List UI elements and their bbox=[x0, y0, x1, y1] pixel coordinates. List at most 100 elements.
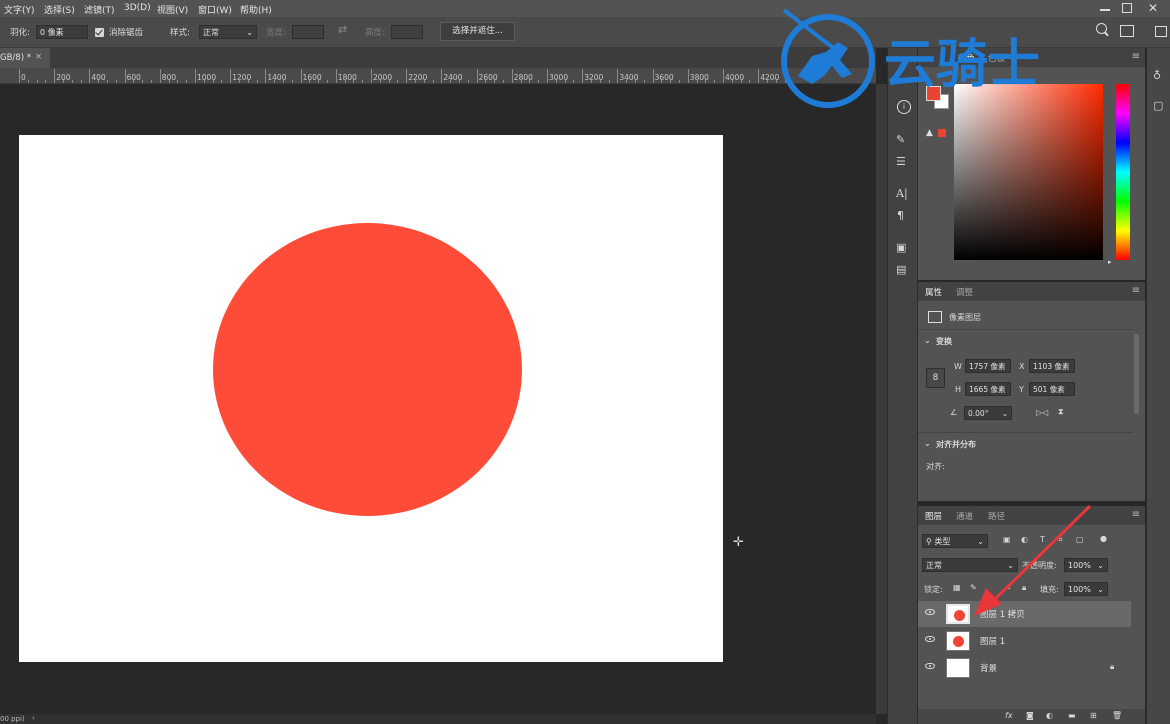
layer-name[interactable]: 背景 bbox=[980, 662, 997, 674]
layer-row-background[interactable]: 背景 🔒︎ bbox=[918, 655, 1131, 681]
ruler-minor-tick bbox=[256, 80, 258, 83]
ruler-minor-tick bbox=[635, 80, 636, 83]
h-label: H bbox=[955, 385, 962, 394]
x-input[interactable]: 1103 像素 bbox=[1029, 359, 1075, 373]
document-tab-bar bbox=[0, 48, 876, 68]
color-panel-menu-icon[interactable]: ≡ bbox=[1132, 51, 1140, 62]
layer-type-label: 像素图层 bbox=[949, 313, 981, 322]
height-label: 高度: bbox=[365, 28, 385, 38]
share-icon[interactable] bbox=[1155, 26, 1167, 37]
add-mask-icon[interactable]: ◙ bbox=[1026, 711, 1034, 720]
height-input[interactable] bbox=[391, 25, 423, 39]
menu-type[interactable]: 文字(Y) bbox=[4, 3, 35, 16]
close-tab-icon[interactable]: × bbox=[35, 52, 42, 62]
ruler-minor-tick bbox=[177, 80, 179, 83]
adjustment-layer-icon[interactable]: ◐ bbox=[1046, 711, 1053, 720]
ruler-minor-tick bbox=[555, 80, 557, 83]
properties-menu-icon[interactable]: ≡ bbox=[1132, 285, 1140, 296]
ruler-minor-tick bbox=[353, 80, 355, 83]
workspace-icon[interactable] bbox=[1120, 25, 1134, 37]
red-circle-shape[interactable] bbox=[213, 223, 522, 516]
width-input[interactable] bbox=[292, 25, 324, 39]
layer-thumbnail bbox=[946, 658, 970, 678]
gamut-swatch[interactable] bbox=[938, 129, 946, 137]
new-layer-icon[interactable]: ⊞ bbox=[1090, 711, 1097, 720]
annotation-arrow bbox=[974, 504, 1092, 616]
layer-filter-value: 类型 bbox=[934, 537, 951, 546]
character-icon[interactable]: A| bbox=[896, 188, 908, 199]
align-chevron-icon[interactable]: ⌄ bbox=[924, 439, 931, 448]
tab-layers[interactable]: 图层 bbox=[925, 510, 942, 522]
tab-adjustments[interactable]: 调整 bbox=[956, 286, 973, 298]
layers-menu-icon[interactable]: ≡ bbox=[1132, 509, 1140, 520]
ruler-minor-tick bbox=[450, 80, 452, 83]
select-and-mask-button[interactable]: 选择并遮住... bbox=[440, 22, 515, 41]
ruler-minor-tick bbox=[459, 80, 460, 83]
angle-input[interactable]: 0.00° ⌄ bbox=[964, 406, 1012, 420]
visibility-eye-icon[interactable] bbox=[925, 609, 935, 615]
paragraph-icon[interactable]: ¶ bbox=[897, 210, 904, 221]
navigator-icon[interactable]: ▣ bbox=[896, 242, 906, 253]
ruler-minor-tick bbox=[239, 80, 240, 83]
menu-filter[interactable]: 滤镜(T) bbox=[84, 3, 115, 16]
restore-icon[interactable] bbox=[1122, 3, 1132, 13]
ruler-minor-tick bbox=[670, 80, 672, 83]
swap-icon[interactable]: ⇄ bbox=[338, 23, 347, 36]
tab-properties[interactable]: 属性 bbox=[925, 286, 942, 298]
visibility-eye-icon[interactable] bbox=[925, 663, 935, 669]
link-proportions-icon[interactable]: 8 bbox=[926, 368, 945, 388]
ruler-major-tick bbox=[687, 69, 689, 83]
gamut-warning-icon: ▲ bbox=[926, 128, 933, 138]
menu-3d[interactable]: 3D(D) bbox=[124, 3, 151, 13]
properties-scrollbar[interactable] bbox=[1134, 334, 1139, 414]
menu-view[interactable]: 视图(V) bbox=[157, 3, 188, 16]
antialias-checkbox[interactable] bbox=[95, 28, 104, 37]
ruler-minor-tick bbox=[564, 80, 566, 83]
ruler-minor-tick bbox=[538, 80, 540, 83]
style-select[interactable]: 正常 ⌄ bbox=[199, 25, 257, 39]
brush-settings-icon[interactable]: ☰ bbox=[896, 156, 906, 167]
learn-icon[interactable]: ♁ bbox=[1153, 70, 1161, 81]
layer-row-1[interactable]: 图层 1 bbox=[918, 628, 1131, 654]
layers-footer: fx ◙ ◐ ▬ ⊞ 🗑︎ bbox=[918, 709, 1145, 724]
ruler-major-tick bbox=[652, 69, 654, 83]
document-tab[interactable]: GB/8) * × bbox=[0, 48, 50, 68]
visibility-eye-icon[interactable] bbox=[925, 636, 935, 642]
ruler-minor-tick bbox=[740, 80, 742, 83]
antialias-label: 消除锯齿 bbox=[109, 28, 144, 38]
layer-thumbnail bbox=[946, 631, 970, 651]
hue-marker-icon: ▸ bbox=[1108, 258, 1112, 266]
libraries-icon[interactable]: ▢ bbox=[1153, 100, 1163, 111]
group-icon[interactable]: ▬ bbox=[1068, 711, 1076, 720]
y-input[interactable]: 501 像素 bbox=[1029, 382, 1075, 396]
ruler-major-tick bbox=[54, 69, 56, 83]
properties-panel: 像素图层 ⌄ 变换 8 W 1757 像素 X 1103 像素 H 1665 像… bbox=[918, 301, 1145, 501]
menu-help[interactable]: 帮助(H) bbox=[240, 3, 272, 16]
ruler-minor-tick bbox=[494, 80, 496, 83]
filter-toggle-icon[interactable]: ● bbox=[1100, 534, 1107, 543]
menu-window[interactable]: 窗口(W) bbox=[198, 3, 232, 16]
close-window-icon[interactable]: ✕ bbox=[1148, 1, 1158, 15]
ruler-major-tick bbox=[758, 69, 760, 83]
horizontal-ruler: 0 200 400 600 800 1000 1200 1400 1600 1800 2000 220… bbox=[0, 68, 876, 84]
ruler-major-tick bbox=[195, 69, 196, 83]
ruler-minor-tick bbox=[767, 80, 768, 83]
trash-icon[interactable]: 🗑︎ bbox=[1112, 711, 1122, 720]
ruler-major-tick bbox=[300, 69, 302, 83]
ruler-minor-tick bbox=[591, 80, 592, 83]
transform-chevron-icon[interactable]: ⌄ bbox=[924, 336, 931, 345]
h-input[interactable]: 1665 像素 bbox=[965, 382, 1011, 396]
ruler-minor-tick bbox=[221, 80, 223, 83]
layer-name[interactable]: 图层 1 bbox=[980, 635, 1005, 647]
menu-select[interactable]: 选择(S) bbox=[44, 3, 75, 16]
notes-icon[interactable]: ▤ bbox=[896, 264, 906, 275]
vertical-scrollbar[interactable] bbox=[876, 84, 887, 714]
status-arrow-icon[interactable]: › bbox=[32, 714, 35, 722]
feather-input[interactable]: 0 像素 bbox=[36, 25, 88, 39]
brush-icon[interactable]: ✎ bbox=[896, 134, 905, 145]
fx-icon[interactable]: fx bbox=[1005, 711, 1013, 720]
flip-vertical-icon[interactable]: ⧗ bbox=[1058, 407, 1064, 417]
flip-horizontal-icon[interactable]: ▷◁ bbox=[1036, 408, 1048, 417]
w-input[interactable]: 1757 像素 bbox=[965, 359, 1011, 373]
ruler-minor-tick bbox=[291, 80, 293, 83]
